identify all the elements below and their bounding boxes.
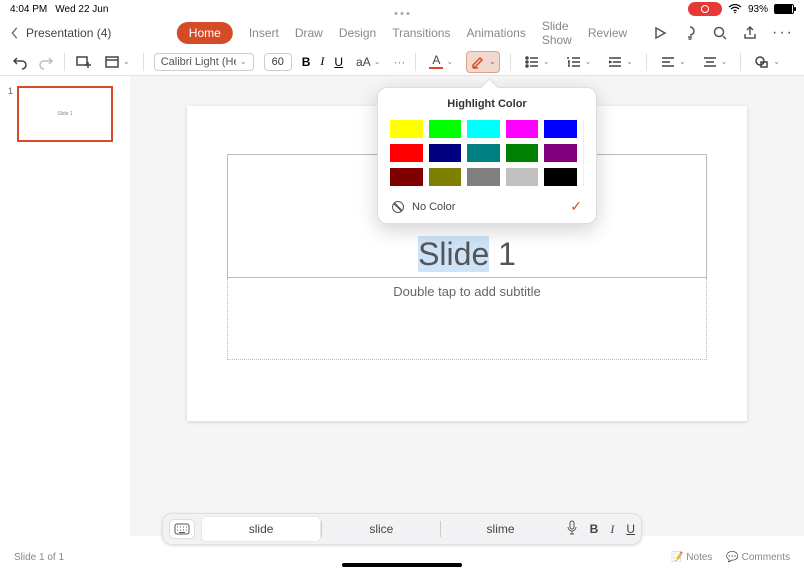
- bold-button[interactable]: B: [302, 55, 311, 69]
- color-swatch[interactable]: [544, 120, 577, 138]
- bullets-button[interactable]: ⌄: [521, 52, 553, 72]
- tab-design[interactable]: Design: [339, 26, 376, 40]
- battery-icon: [774, 4, 794, 14]
- suggestion-2[interactable]: slice: [322, 517, 440, 541]
- font-color-button[interactable]: A ⌄: [426, 52, 456, 71]
- suggestion-1[interactable]: slide: [201, 516, 321, 542]
- tab-home[interactable]: Home: [177, 22, 233, 44]
- no-color-option[interactable]: No Color: [392, 201, 455, 213]
- comments-button[interactable]: 💬 Comments: [726, 552, 790, 563]
- italic-button[interactable]: I: [320, 54, 324, 69]
- color-swatch[interactable]: [390, 168, 423, 186]
- color-swatch[interactable]: [467, 120, 500, 138]
- ribbon-tabs: Home Insert Draw Design Transitions Anim…: [177, 19, 627, 47]
- home-indicator[interactable]: [342, 563, 462, 567]
- notes-button[interactable]: 📝 Notes: [671, 552, 712, 563]
- swatch-grid: [390, 120, 584, 186]
- share-icon[interactable]: [742, 25, 758, 41]
- color-swatch[interactable]: [467, 144, 500, 162]
- kbd-italic-button[interactable]: I: [610, 522, 614, 537]
- title-selected-text[interactable]: Slide: [418, 236, 489, 272]
- color-swatch[interactable]: [506, 144, 539, 162]
- line-spacing-button[interactable]: ⌄: [699, 52, 731, 72]
- selected-check-icon: ✓: [570, 198, 582, 215]
- screen-recording-indicator[interactable]: [688, 2, 722, 16]
- title-rest[interactable]: 1: [489, 236, 516, 272]
- layout-button[interactable]: ⌄: [101, 52, 133, 72]
- kbd-underline-button[interactable]: U: [626, 522, 635, 536]
- slide-indicator: Slide 1 of 1: [14, 552, 64, 563]
- underline-button[interactable]: U: [334, 55, 343, 69]
- multitask-dots[interactable]: [395, 12, 410, 15]
- shapes-button[interactable]: ⌄: [751, 52, 783, 72]
- color-swatch[interactable]: [429, 144, 462, 162]
- color-swatch[interactable]: [390, 144, 423, 162]
- ribbon: ⌄ Calibri Light (Head⌄ 60 B I U aA⌄ ··· …: [0, 48, 804, 76]
- kbd-bold-button[interactable]: B: [590, 522, 599, 536]
- tab-insert[interactable]: Insert: [249, 26, 279, 40]
- status-date: Wed 22 Jun: [55, 4, 108, 15]
- subtitle-placeholder[interactable]: Double tap to add subtitle: [227, 278, 707, 360]
- no-color-icon: [392, 201, 404, 213]
- undo-icon[interactable]: [12, 54, 28, 70]
- keyboard-suggestion-bar: slide slice slime B I U: [162, 513, 642, 545]
- slide-panel[interactable]: 1 Slide 1: [0, 76, 130, 536]
- dictation-button[interactable]: [566, 520, 578, 539]
- more-icon[interactable]: ···: [772, 24, 794, 42]
- tab-draw[interactable]: Draw: [295, 26, 323, 40]
- status-bar: 4:04 PM Wed 22 Jun 93%: [0, 0, 804, 18]
- status-time: 4:04 PM: [10, 4, 47, 15]
- change-case-button[interactable]: aA⌄: [353, 53, 383, 71]
- highlight-color-button[interactable]: ⌄: [466, 51, 500, 73]
- color-swatch[interactable]: [506, 168, 539, 186]
- new-slide-icon[interactable]: [75, 54, 91, 70]
- tab-slideshow[interactable]: Slide Show: [542, 19, 572, 47]
- wifi-icon: [728, 4, 742, 14]
- color-swatch[interactable]: [429, 120, 462, 138]
- keyboard-toggle-button[interactable]: [169, 519, 195, 539]
- popover-title: Highlight Color: [390, 98, 584, 110]
- tab-animations[interactable]: Animations: [466, 26, 525, 40]
- font-name-select[interactable]: Calibri Light (Head⌄: [154, 53, 254, 71]
- slide-thumbnail[interactable]: Slide 1: [17, 86, 113, 142]
- indent-button[interactable]: ⌄: [604, 52, 636, 72]
- color-swatch[interactable]: [390, 120, 423, 138]
- color-swatch[interactable]: [544, 168, 577, 186]
- align-button[interactable]: ⌄: [657, 52, 689, 72]
- tab-transitions[interactable]: Transitions: [392, 26, 450, 40]
- present-icon[interactable]: [652, 25, 668, 41]
- color-swatch[interactable]: [467, 168, 500, 186]
- back-button[interactable]: Presentation (4): [10, 26, 111, 40]
- doc-name: Presentation (4): [26, 26, 111, 40]
- search-icon[interactable]: [712, 25, 728, 41]
- battery-pct: 93%: [748, 4, 768, 15]
- ideas-icon[interactable]: [682, 25, 698, 41]
- color-swatch[interactable]: [429, 168, 462, 186]
- color-swatch[interactable]: [544, 144, 577, 162]
- highlight-color-popover: Highlight Color No Color ✓: [377, 87, 597, 224]
- tab-review[interactable]: Review: [588, 26, 627, 40]
- font-size-input[interactable]: 60: [264, 53, 292, 71]
- numbering-button[interactable]: ⌄: [563, 52, 595, 72]
- thumb-number: 1: [8, 86, 13, 142]
- suggestion-3[interactable]: slime: [441, 517, 559, 541]
- color-swatch[interactable]: [506, 120, 539, 138]
- title-row: Presentation (4) Home Insert Draw Design…: [0, 18, 804, 48]
- redo-icon: [38, 54, 54, 70]
